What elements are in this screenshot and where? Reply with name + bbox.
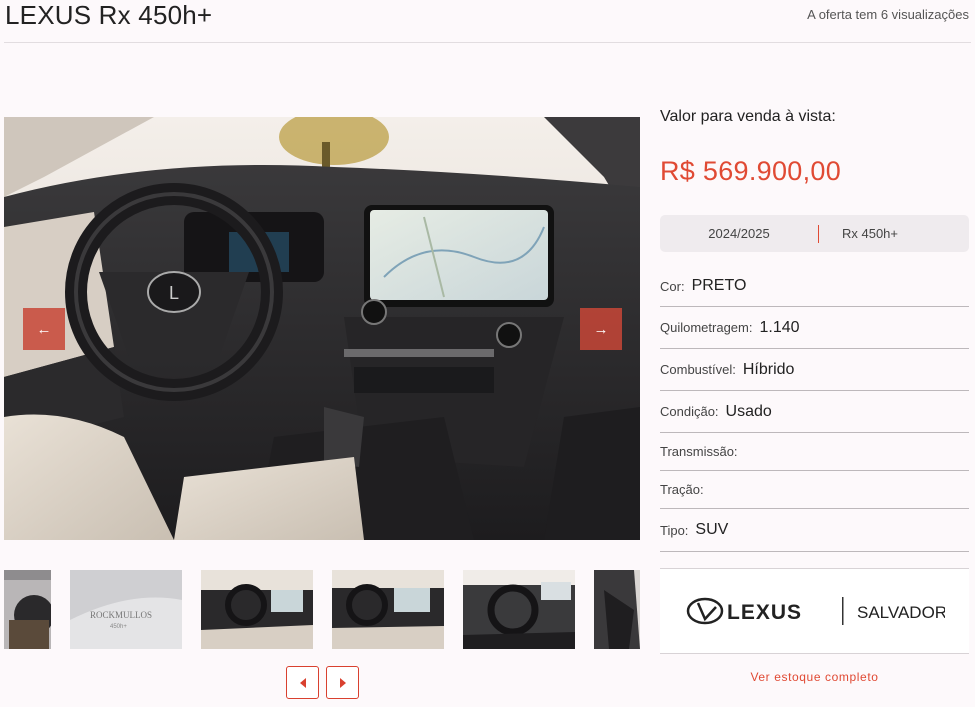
spec-row-condition: Condição: Usado (660, 391, 969, 433)
arrow-right-icon: → (593, 320, 609, 338)
spec-row-color: Cor: PRETO (660, 266, 969, 307)
thumbnail[interactable]: ROCKMULLOS 450h+ (70, 570, 182, 649)
svg-text:SALVADOR: SALVADOR (857, 603, 945, 622)
svg-text:ROCKMULLOS: ROCKMULLOS (90, 610, 152, 620)
price: R$ 569.900,00 (660, 156, 842, 186)
spec-value: Usado (725, 402, 772, 420)
dealer-logo[interactable]: LEXUS SALVADOR (660, 568, 969, 654)
thumbnail[interactable] (594, 570, 640, 649)
thumbnail[interactable] (201, 570, 313, 649)
spec-value: PRETO (691, 277, 747, 294)
view-count: A oferta tem 6 visualizações (807, 7, 969, 22)
main-photo[interactable]: L (4, 117, 640, 540)
spec-value: 1.140 (759, 318, 800, 336)
svg-text:L: L (169, 283, 179, 303)
caret-left-icon (299, 677, 306, 688)
year: 2024/2025 (708, 226, 770, 241)
arrow-left-icon: ← (36, 320, 52, 338)
spec-key: Transmissão: (660, 444, 738, 459)
spec-row-transmission: Transmissão: (660, 433, 969, 471)
thumbnail[interactable] (4, 570, 51, 649)
caret-right-icon (339, 677, 346, 688)
spec-row-mileage: Quilometragem: 1.140 (660, 307, 969, 349)
model: Rx 450h+ (841, 226, 898, 241)
listing-title: LEXUS Rx 450h+ (5, 0, 213, 30)
spec-key: Tipo: (660, 522, 689, 538)
gallery-next-button[interactable]: → (580, 308, 622, 350)
spec-key: Combustível: (660, 362, 736, 377)
spec-key: Cor: (660, 278, 685, 294)
view-stock-link[interactable]: Ver estoque completo (660, 670, 969, 684)
spec-row-fuel: Combustível: Híbrido (660, 349, 969, 391)
thumbnail-strip: ROCKMULLOS 450h+ (4, 570, 640, 649)
svg-text:450h+: 450h+ (110, 624, 127, 630)
spec-value: SUV (695, 521, 729, 538)
thumbnails-prev-button[interactable] (286, 666, 319, 699)
gallery-prev-button[interactable]: ← (23, 308, 65, 350)
lexus-logo-icon: LEXUS SALVADOR (686, 597, 945, 625)
spec-key: Tração: (660, 482, 704, 497)
thumbnail[interactable] (332, 570, 444, 649)
spec-row-traction: Tração: (660, 471, 969, 509)
header-divider (4, 42, 971, 43)
year-model-pill: 2024/2025 Rx 450h+ (660, 215, 969, 252)
thumbnail[interactable] (463, 570, 575, 649)
spec-key: Condição: (660, 404, 719, 419)
spec-key: Quilometragem: (660, 320, 753, 335)
svg-text:LEXUS: LEXUS (727, 601, 802, 624)
spec-row-type: Tipo: SUV (660, 509, 969, 552)
price-label: Valor para venda à vista: (660, 108, 836, 125)
spec-value: Híbrido (742, 360, 795, 378)
thumbnails-next-button[interactable] (326, 666, 359, 699)
